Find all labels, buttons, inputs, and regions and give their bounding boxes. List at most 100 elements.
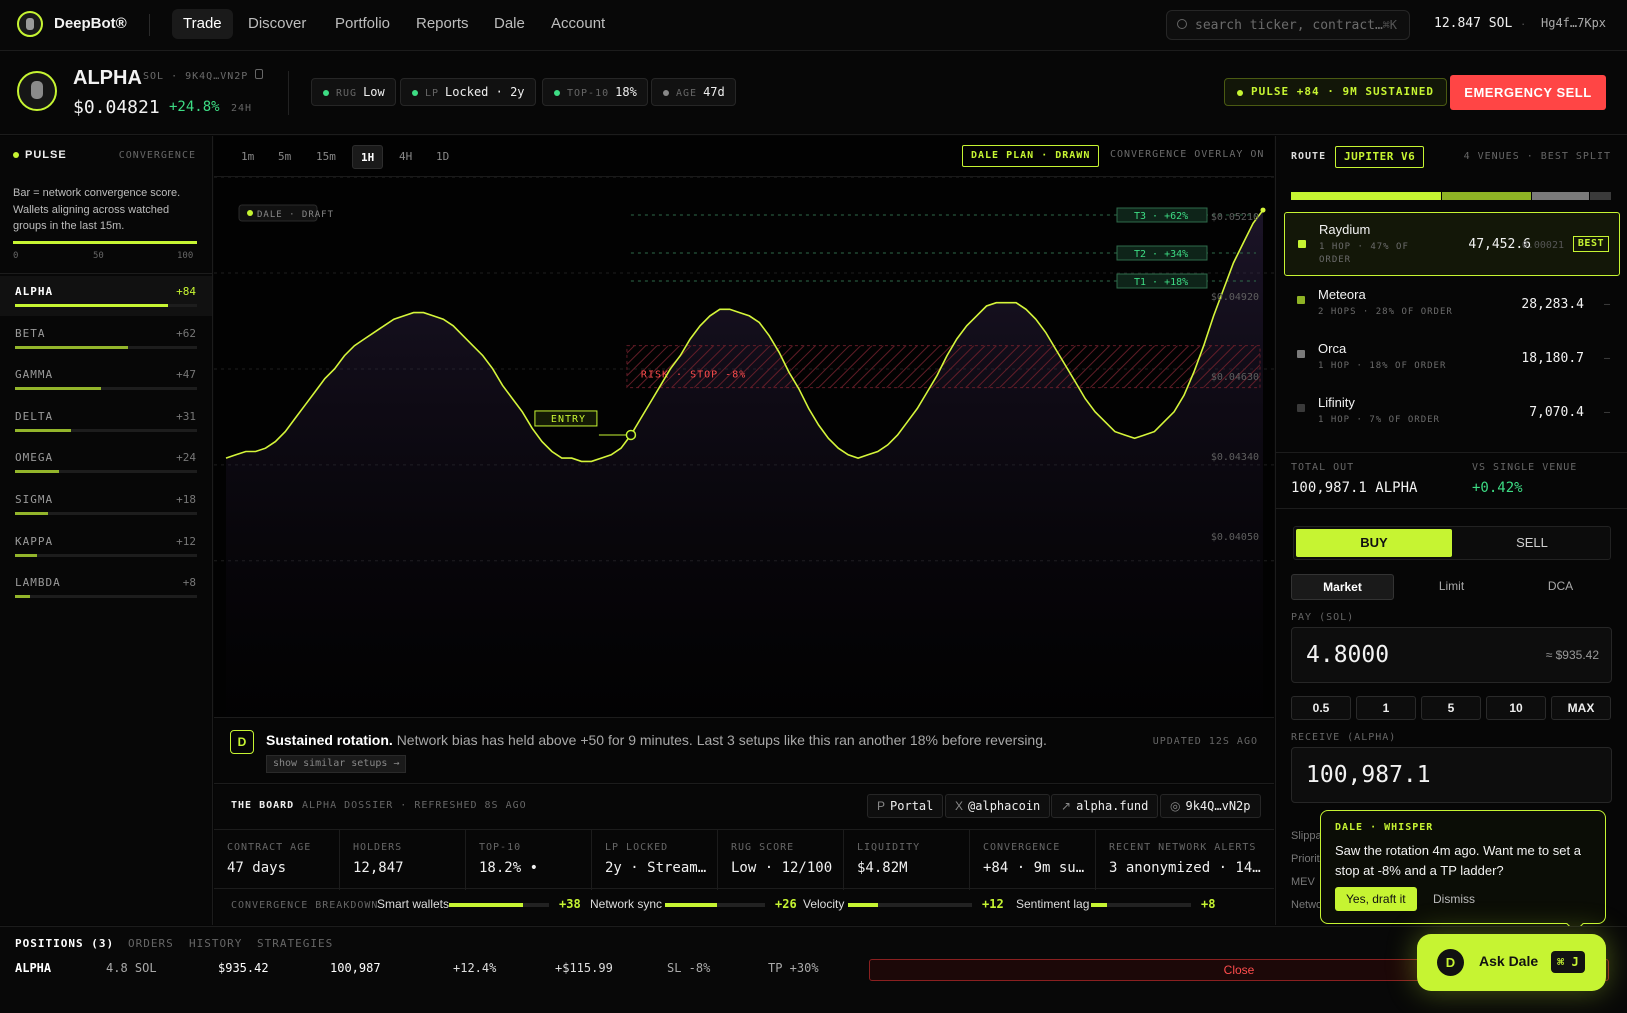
tf-1d[interactable]: 1D: [428, 145, 457, 169]
risk-zone: [626, 345, 1261, 389]
order-type-market[interactable]: Market: [1291, 574, 1394, 600]
nav-account[interactable]: Account: [540, 9, 616, 39]
link-label: Portal: [890, 799, 934, 813]
order-type-dca[interactable]: DCA: [1509, 574, 1612, 600]
position-symbol[interactable]: ALPHA: [15, 961, 51, 975]
pulse-row-omega[interactable]: OMEGA +24: [0, 442, 212, 482]
breakdown-bar: [848, 903, 972, 907]
route-engine-badge[interactable]: JUPITER V6: [1335, 146, 1425, 168]
quick-amount-1[interactable]: 1: [1356, 696, 1416, 720]
tf-4h[interactable]: 4H: [391, 145, 420, 169]
pay-input[interactable]: 4.8000 ≈ $935.42: [1291, 627, 1612, 683]
dismiss-button[interactable]: Dismiss: [1433, 887, 1475, 911]
token-change: +24.8%: [169, 99, 220, 115]
venue-raydium[interactable]: Raydium 1 HOP · 47% OF ORDER 47,452.6 0.000…: [1284, 212, 1620, 276]
show-similar-button[interactable]: show similar setups →: [266, 755, 407, 773]
portal-link[interactable]: P Portal: [867, 794, 944, 818]
order-type-limit[interactable]: Limit: [1400, 574, 1503, 600]
position-size: 4.8 SOL: [106, 961, 157, 975]
overlay-label[interactable]: CONVERGENCE OVERLAY ON: [1110, 149, 1264, 160]
link-label: 9k4Q…vN2p: [1185, 799, 1251, 813]
top10-pill[interactable]: TOP-10 18%: [542, 78, 648, 106]
lp-pill[interactable]: LP Locked · 2y: [400, 78, 536, 106]
position-qty: 100,987: [330, 961, 381, 975]
quick-amount-10[interactable]: 10: [1486, 696, 1546, 720]
ask-dale-label: Ask Dale: [1479, 953, 1539, 969]
tf-1h[interactable]: 1H: [352, 145, 384, 169]
nav-portfolio[interactable]: Portfolio: [324, 9, 401, 39]
quick-amount-0-5[interactable]: 0.5: [1291, 696, 1351, 720]
buy-tab[interactable]: BUY: [1296, 529, 1452, 557]
pay-usd: ≈ $935.42: [1545, 648, 1599, 662]
cell-network-alerts[interactable]: RECENT NETWORK ALERTS 3 anonymized · 14…: [1096, 830, 1274, 890]
venue-orca[interactable]: Orca 1 HOP · 18% OF ORDER 18,180.7 —: [1284, 337, 1620, 391]
contract-link[interactable]: ◎ 9k4Q…vN2p: [1160, 794, 1261, 818]
tab-positions[interactable]: POSITIONS (3): [15, 937, 114, 950]
position-value: $935.42: [218, 961, 269, 975]
nav-trade[interactable]: Trade: [172, 9, 233, 39]
token-chain: SOL · 9K4Q…VN2P: [143, 71, 249, 82]
vs-single-label: VS SINGLE VENUE: [1472, 462, 1578, 473]
sell-tab[interactable]: SELL: [1454, 529, 1610, 557]
venue-lifinity[interactable]: Lifinity 1 HOP · 7% OF ORDER 7,070.4 —: [1284, 391, 1620, 445]
convergence-label: CONVERGENCE: [118, 150, 196, 161]
cell-key: CONTRACT AGE: [227, 842, 312, 853]
setting-mev[interactable]: MEV: [1291, 876, 1315, 888]
venue-meteora[interactable]: Meteora 2 HOPS · 28% OF ORDER 28,283.4 —: [1284, 283, 1620, 337]
link-label: @alphacoin: [968, 799, 1041, 813]
ask-dale-button[interactable]: D Ask Dale ⌘ J: [1417, 934, 1606, 991]
tf-5m[interactable]: 5m: [270, 145, 299, 169]
twitter-link[interactable]: X @alphacoin: [945, 794, 1051, 818]
nav-discover[interactable]: Discover: [237, 9, 317, 39]
token-symbol: ALPHA: [73, 67, 142, 89]
nav-dale[interactable]: Dale: [483, 9, 536, 39]
pulse-row-beta[interactable]: BETA +62: [0, 318, 212, 358]
quick-amount-max[interactable]: MAX: [1551, 696, 1611, 720]
emergency-sell-button[interactable]: EMERGENCY SELL: [1450, 75, 1606, 110]
receive-value: 100,987.1: [1306, 762, 1431, 788]
website-link[interactable]: ↗ alpha.fund: [1051, 794, 1159, 818]
search-input[interactable]: search ticker, contract… ⌘K: [1166, 10, 1410, 40]
tab-orders[interactable]: ORDERS: [128, 937, 174, 950]
pulse-row-score: +12: [176, 534, 196, 548]
tf-15m[interactable]: 15m: [308, 145, 344, 169]
tf-1m[interactable]: 1m: [233, 145, 262, 169]
pill-value: 18%: [615, 85, 637, 99]
price-chart[interactable]: 1m 5m 15m 1H 4H 1D DALE PLAN · DRAWN CON…: [214, 136, 1274, 718]
route-split-bar: [1291, 192, 1612, 200]
whisper-text: Saw the rotation 4m ago. Want me to set …: [1335, 843, 1581, 878]
portal-icon: P: [877, 799, 886, 813]
pulse-row-sigma[interactable]: SIGMA +18: [0, 484, 212, 524]
venue-color-swatch: [1297, 296, 1305, 304]
pulse-row-gamma[interactable]: GAMMA +47: [0, 359, 212, 399]
dale-plan-badge[interactable]: DALE PLAN · DRAWN: [962, 145, 1100, 167]
age-pill[interactable]: AGE 47d: [651, 78, 736, 106]
deepbot-logo-icon[interactable]: [17, 11, 43, 37]
breakdown-sentiment-lag: Sentiment lag +8: [1016, 897, 1215, 911]
pulse-row-kappa[interactable]: KAPPA +12: [0, 526, 212, 566]
tab-strategies[interactable]: STRATEGIES: [257, 937, 333, 950]
pulse-row-delta[interactable]: DELTA +31: [0, 401, 212, 441]
price-area: [226, 210, 1263, 717]
separator-dot: ·: [1521, 16, 1526, 31]
draft-dot: [247, 210, 253, 216]
position-pct: +12.4%: [453, 961, 497, 975]
chart-canvas[interactable]: RISK · STOP -8% T3 · +62% T2 · +34% T1 · +1…: [214, 177, 1274, 717]
pulse-badge[interactable]: PULSE +84 · 9M SUSTAINED: [1224, 78, 1447, 106]
quick-amount-5[interactable]: 5: [1421, 696, 1481, 720]
positions-bar: POSITIONS (3) ORDERS HISTORY STRATEGIES …: [0, 926, 1627, 1013]
split-segment-lifinity: [1589, 192, 1611, 200]
tab-history[interactable]: HISTORY: [189, 937, 242, 950]
cell-key: RUG SCORE: [731, 842, 795, 853]
wallet-address[interactable]: Hg4f…7Kpx: [1541, 16, 1606, 30]
pulse-row-alpha[interactable]: ALPHA +84: [0, 276, 212, 316]
copy-icon[interactable]: [255, 69, 263, 79]
route-label: ROUTE: [1291, 151, 1327, 162]
venue-name: Orca: [1318, 341, 1347, 356]
brand-name[interactable]: DeepBot®: [54, 15, 127, 32]
rug-pill[interactable]: RUG Low: [311, 78, 396, 106]
draft-it-button[interactable]: Yes, draft it: [1335, 887, 1417, 911]
nav-reports[interactable]: Reports: [405, 9, 480, 39]
pay-value[interactable]: 4.8000: [1306, 642, 1389, 668]
pulse-row-lambda[interactable]: LAMBDA +8: [0, 567, 212, 607]
